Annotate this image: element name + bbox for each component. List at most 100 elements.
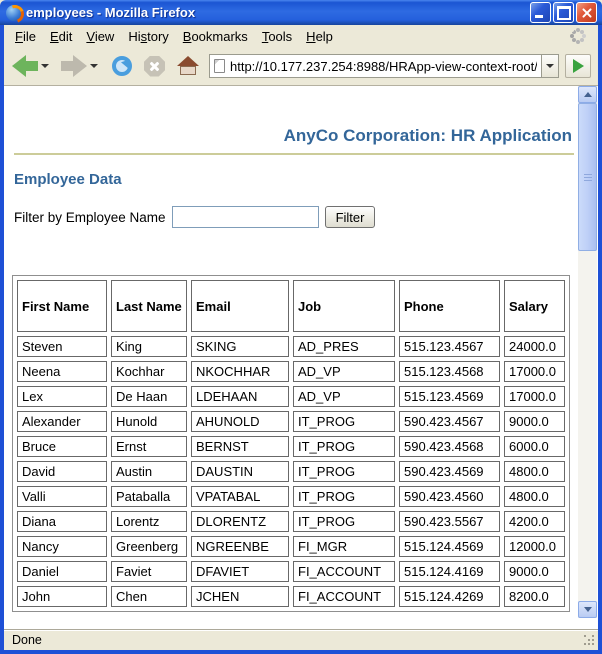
close-button[interactable]: [576, 2, 597, 23]
table-cell: 12000.0: [504, 536, 565, 557]
table-cell: 8200.0: [504, 586, 565, 607]
table-cell: 9000.0: [504, 411, 565, 432]
menu-item-history[interactable]: History: [121, 27, 175, 46]
forward-icon-tail: [61, 61, 74, 71]
column-header: Job: [293, 280, 395, 332]
filter-button[interactable]: Filter: [325, 206, 376, 228]
table-cell: Bruce: [17, 436, 107, 457]
scrollbar-thumb[interactable]: [578, 103, 597, 251]
forward-dropdown-icon[interactable]: [90, 64, 98, 68]
browser-viewport: AnyCo Corporation: HR Application Employ…: [4, 86, 598, 629]
employee-table-header-row: First NameLast NameEmailJobPhoneSalary: [17, 280, 565, 332]
table-cell: VPATABAL: [191, 486, 289, 507]
stop-button[interactable]: [144, 56, 165, 77]
menu-item-bookmarks[interactable]: Bookmarks: [176, 27, 255, 46]
table-cell: 9000.0: [504, 561, 565, 582]
table-cell: JCHEN: [191, 586, 289, 607]
table-cell: Austin: [111, 461, 187, 482]
firefox-logo-icon: [6, 5, 22, 21]
triangle-down-icon: [584, 607, 592, 612]
table-cell: LDEHAAN: [191, 386, 289, 407]
back-dropdown-icon[interactable]: [41, 64, 49, 68]
table-cell: DAUSTIN: [191, 461, 289, 482]
table-cell: 590.423.4569: [399, 461, 500, 482]
vertical-scrollbar[interactable]: [578, 86, 597, 618]
table-cell: De Haan: [111, 386, 187, 407]
menu-item-tools[interactable]: Tools: [255, 27, 299, 46]
table-row: DanielFavietDFAVIETFI_ACCOUNT515.124.416…: [17, 561, 565, 582]
filter-input[interactable]: [172, 206, 319, 228]
resize-grip[interactable]: [584, 635, 596, 647]
url-history-dropdown-button[interactable]: [542, 54, 559, 78]
table-row: StevenKingSKINGAD_PRES515.123.456724000.…: [17, 336, 565, 357]
minimize-button[interactable]: [530, 2, 551, 23]
table-cell: NKOCHHAR: [191, 361, 289, 382]
table-cell: Lex: [17, 386, 107, 407]
table-row: NeenaKochharNKOCHHARAD_VP515.123.4568170…: [17, 361, 565, 382]
table-cell: 590.423.4567: [399, 411, 500, 432]
status-text: Done: [12, 633, 42, 647]
table-cell: David: [17, 461, 107, 482]
column-header: Email: [191, 280, 289, 332]
table-cell: Nancy: [17, 536, 107, 557]
back-button[interactable]: [12, 55, 38, 77]
table-cell: SKING: [191, 336, 289, 357]
table-cell: IT_PROG: [293, 411, 395, 432]
menu-item-help[interactable]: Help: [299, 27, 340, 46]
table-cell: IT_PROG: [293, 461, 395, 482]
table-row: DavidAustinDAUSTINIT_PROG590.423.4569480…: [17, 461, 565, 482]
menu-item-file[interactable]: File: [8, 27, 43, 46]
table-cell: DLORENTZ: [191, 511, 289, 532]
home-button[interactable]: [177, 56, 199, 76]
filter-label: Filter by Employee Name: [14, 210, 166, 225]
table-cell: Pataballa: [111, 486, 187, 507]
employee-table: First NameLast NameEmailJobPhoneSalary S…: [12, 275, 570, 612]
table-cell: John: [17, 586, 107, 607]
table-cell: AD_VP: [293, 361, 395, 382]
table-cell: 590.423.4568: [399, 436, 500, 457]
table-cell: 515.124.4169: [399, 561, 500, 582]
throbber-icon: [570, 28, 586, 44]
go-button[interactable]: [565, 54, 591, 78]
table-row: AlexanderHunoldAHUNOLDIT_PROG590.423.456…: [17, 411, 565, 432]
table-cell: 17000.0: [504, 361, 565, 382]
table-cell: Chen: [111, 586, 187, 607]
table-cell: 6000.0: [504, 436, 565, 457]
table-cell: Daniel: [17, 561, 107, 582]
table-cell: Lorentz: [111, 511, 187, 532]
table-cell: Faviet: [111, 561, 187, 582]
table-row: DianaLorentzDLORENTZIT_PROG590.423.55674…: [17, 511, 565, 532]
window-title: employees - Mozilla Firefox: [26, 5, 530, 20]
column-header: Phone: [399, 280, 500, 332]
table-cell: King: [111, 336, 187, 357]
table-cell: 515.123.4569: [399, 386, 500, 407]
table-row: LexDe HaanLDEHAANAD_VP515.123.456917000.…: [17, 386, 565, 407]
column-header: Last Name: [111, 280, 187, 332]
table-cell: BERNST: [191, 436, 289, 457]
menu-item-edit[interactable]: Edit: [43, 27, 79, 46]
home-icon-body: [180, 66, 196, 75]
table-cell: 515.124.4269: [399, 586, 500, 607]
scroll-down-button[interactable]: [578, 601, 597, 618]
table-cell: Alexander: [17, 411, 107, 432]
menubar-items: FileEditViewHistoryBookmarksToolsHelp: [8, 27, 340, 46]
maximize-button[interactable]: [553, 2, 574, 23]
url-bar: [209, 54, 542, 78]
table-cell: 590.423.5567: [399, 511, 500, 532]
table-cell: 590.423.4560: [399, 486, 500, 507]
forward-button[interactable]: [61, 55, 87, 77]
home-icon: [177, 56, 199, 66]
table-row: ValliPataballaVPATABALIT_PROG590.423.456…: [17, 486, 565, 507]
table-cell: 4800.0: [504, 486, 565, 507]
horizontal-rule: [14, 153, 574, 155]
url-input[interactable]: [230, 59, 537, 74]
menu-item-view[interactable]: View: [79, 27, 121, 46]
hr-app-page: AnyCo Corporation: HR Application Employ…: [4, 86, 576, 612]
table-cell: Ernst: [111, 436, 187, 457]
scroll-up-button[interactable]: [578, 86, 597, 103]
table-row: BruceErnstBERNSTIT_PROG590.423.45686000.…: [17, 436, 565, 457]
chevron-down-icon: [546, 64, 554, 68]
table-cell: Hunold: [111, 411, 187, 432]
reload-button[interactable]: [112, 56, 132, 76]
table-row: JohnChenJCHENFI_ACCOUNT515.124.42698200.…: [17, 586, 565, 607]
